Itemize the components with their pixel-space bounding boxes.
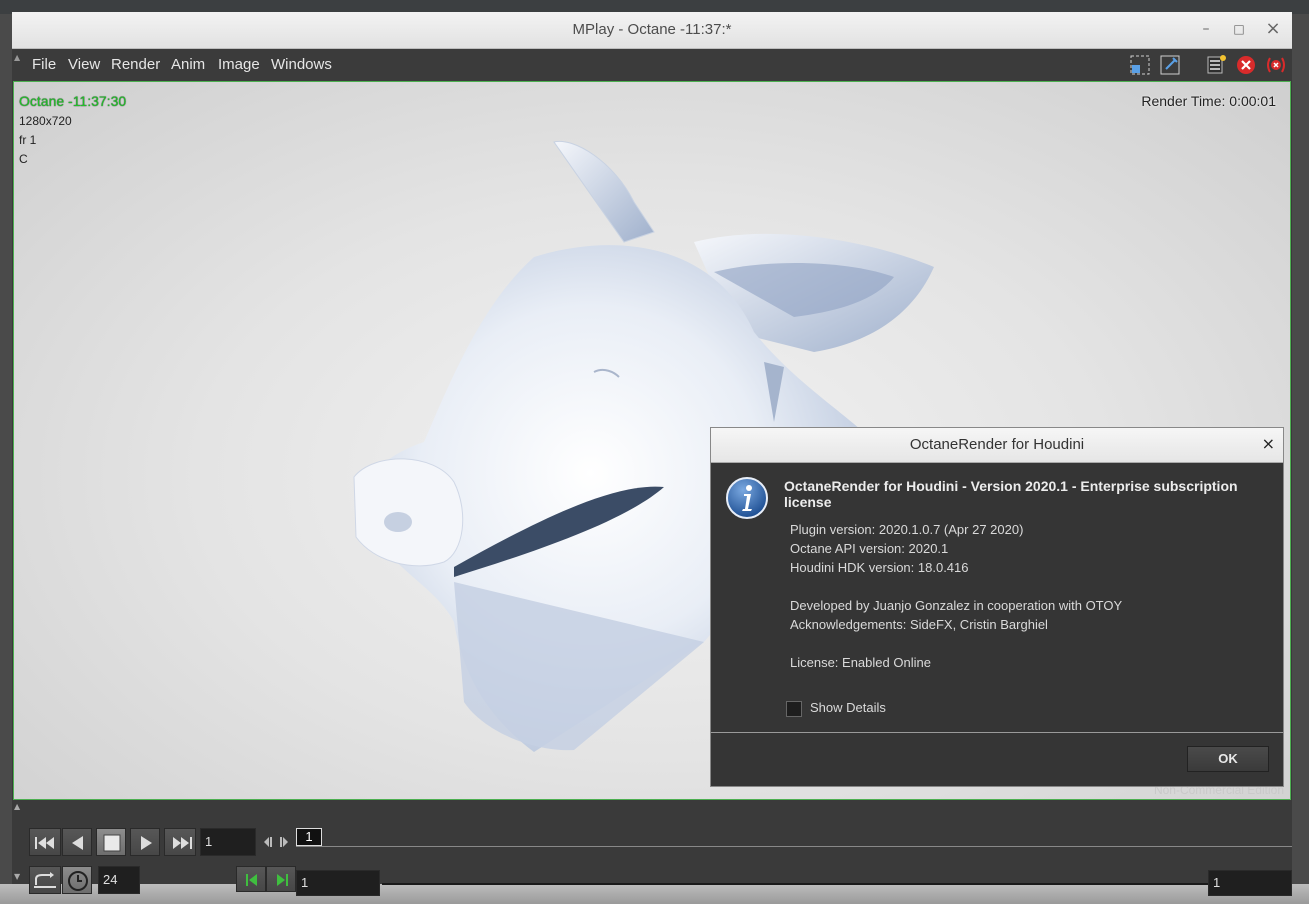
playbar-grip-icon[interactable]: ▲ [14, 802, 20, 811]
dialog-heading: OctaneRender for Houdini - Version 2020.… [784, 478, 1238, 510]
menu-image[interactable]: Image [218, 56, 260, 73]
jump-start-icon [35, 837, 54, 849]
menu-render[interactable]: Render [111, 56, 160, 73]
window-titlebar[interactable]: MPlay - Octane -11:37:* – □ × [12, 12, 1292, 49]
realtime-button[interactable] [62, 866, 92, 894]
play-icon [141, 836, 152, 850]
toolbar-grip-icon[interactable]: ▲ [14, 53, 20, 77]
region-select-icon[interactable] [1128, 53, 1152, 77]
snapshot-icon[interactable] [1204, 53, 1228, 77]
loop-mode-button[interactable] [29, 866, 61, 894]
dialog-close-button[interactable]: × [1262, 434, 1275, 453]
menu-anim[interactable]: Anim [171, 56, 205, 73]
jump-to-start-button[interactable] [29, 828, 61, 856]
menu-windows[interactable]: Windows [271, 56, 332, 73]
plugin-version-text: Plugin version: 2020.1.0.7 (Apr 27 2020) [790, 522, 1024, 537]
resolution-label: 1280x720 [19, 114, 72, 128]
jump-to-end-button[interactable] [164, 828, 196, 856]
step-forward-icon[interactable] [278, 834, 292, 850]
current-frame-field[interactable]: 1 [200, 828, 256, 856]
dialog-title: OctaneRender for Houdini [909, 436, 1085, 453]
show-details-label[interactable]: Show Details [810, 700, 886, 715]
ok-button[interactable]: OK [1187, 746, 1269, 772]
frame-marker[interactable]: 1 [296, 828, 322, 846]
jump-end-icon [173, 837, 192, 849]
play-back-icon [72, 836, 83, 850]
license-text: License: Enabled Online [790, 655, 931, 670]
info-icon [726, 477, 768, 519]
range-start-button[interactable] [236, 866, 266, 892]
menu-view[interactable]: View [68, 56, 100, 73]
developer-text: Developed by Juanjo Gonzalez in cooperat… [790, 598, 1123, 613]
menu-file[interactable]: File [32, 56, 56, 73]
dialog-divider [711, 732, 1283, 733]
abort-all-icon[interactable] [1264, 53, 1288, 77]
maximize-button[interactable]: □ [1228, 18, 1250, 40]
fps-field[interactable]: 24 [98, 866, 140, 894]
close-button[interactable]: × [1262, 18, 1284, 40]
render-title: Octane -11:37:30 [19, 93, 127, 109]
frame-label: fr 1 [19, 133, 37, 147]
step-back-icon[interactable] [260, 834, 274, 850]
window-title: MPlay - Octane -11:37:* [572, 21, 732, 38]
menu-bar: ▲ File View Render Anim Image Windows [12, 49, 1292, 81]
desktop-bottom-strip [0, 884, 1309, 904]
range-start-icon [246, 874, 257, 886]
edit-region-icon[interactable] [1158, 53, 1182, 77]
minimize-button[interactable]: – [1195, 18, 1217, 40]
stop-icon [103, 834, 121, 852]
acknowledgements-text: Acknowledgements: SideFX, Cristin Barghi… [790, 617, 1048, 632]
channel-label: C [19, 152, 28, 166]
playbar: ▲ ▼ 1 1 24 1 1 [12, 800, 1292, 896]
range-slider[interactable] [382, 883, 1208, 885]
about-dialog: OctaneRender for Houdini × OctaneRender … [710, 427, 1284, 787]
playbar-grip-down-icon[interactable]: ▼ [14, 872, 20, 881]
play-forward-button[interactable] [130, 828, 160, 856]
dialog-titlebar[interactable]: OctaneRender for Houdini × [711, 428, 1283, 463]
stop-render-icon[interactable] [1234, 53, 1258, 77]
timeline-track[interactable] [296, 846, 1292, 847]
range-end-field[interactable]: 1 [1208, 870, 1292, 896]
show-details-checkbox[interactable] [786, 701, 802, 717]
range-end-icon [277, 874, 288, 886]
stop-button[interactable] [96, 828, 126, 856]
play-backward-button[interactable] [62, 828, 92, 856]
range-start-field[interactable]: 1 [296, 870, 380, 896]
api-version-text: Octane API version: 2020.1 [790, 541, 949, 556]
render-time-label: Render Time: 0:00:01 [1141, 93, 1276, 109]
range-end-button[interactable] [266, 866, 296, 892]
clock-icon [68, 871, 88, 891]
hdk-version-text: Houdini HDK version: 18.0.416 [790, 560, 969, 575]
loop-icon [34, 872, 56, 888]
